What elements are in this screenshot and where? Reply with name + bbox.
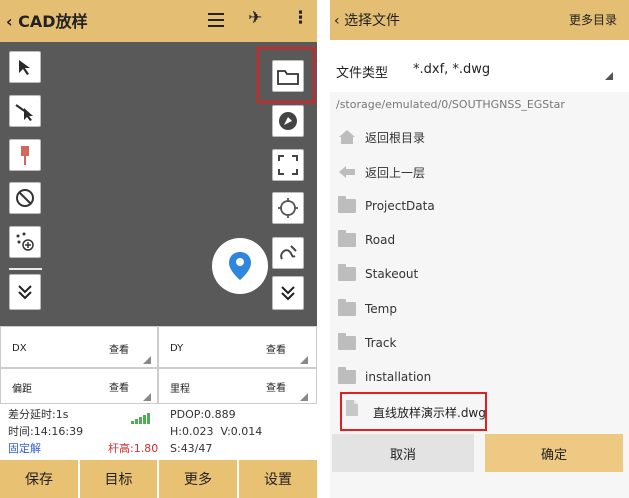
confirm-button[interactable]: 确定: [485, 434, 623, 472]
folder-icon: [338, 299, 356, 316]
file-type-label: 文件类型: [336, 66, 389, 81]
right-back-title[interactable]: ‹ 选择文件: [334, 10, 400, 30]
folder-name: ProjectData: [365, 199, 435, 213]
folder-icon: [338, 333, 356, 350]
tool-divider: [9, 268, 42, 270]
select-line-icon[interactable]: [9, 95, 41, 127]
folder-name: Temp: [365, 302, 397, 316]
signal-bars-icon: [131, 409, 151, 424]
back-chevron-icon[interactable]: ‹: [334, 13, 344, 29]
folder-icon: [338, 230, 356, 247]
open-folder-icon[interactable]: [272, 60, 304, 92]
folder-name: installation: [365, 370, 432, 384]
dx-action[interactable]: 查看: [109, 341, 129, 356]
offset-corner-icon: [143, 393, 151, 401]
back-chevron-icon[interactable]: ‹: [6, 12, 18, 31]
no-entry-icon[interactable]: [9, 182, 41, 214]
mileage-corner-icon: [300, 393, 308, 401]
sats-text: S:43/47: [170, 442, 213, 455]
dx-label: DX: [12, 343, 27, 354]
link-edit-icon[interactable]: [272, 237, 304, 269]
folder-row[interactable]: ProjectData: [330, 189, 629, 223]
back-title[interactable]: ‹ CAD放样: [6, 8, 88, 32]
add-points-icon[interactable]: [9, 226, 41, 258]
fullscreen-icon[interactable]: [272, 149, 304, 181]
fix-status: 固定解: [8, 442, 41, 455]
folder-name: Track: [365, 336, 397, 350]
pdop-text: PDOP:0.889: [170, 408, 236, 421]
pole-marker-icon[interactable]: [9, 139, 41, 171]
folder-row[interactable]: Track: [330, 326, 629, 360]
back-arrow-icon: [339, 166, 355, 178]
folder-name: Stakeout: [365, 267, 419, 281]
time-text: 时间:14:16:39: [8, 425, 84, 438]
offset-label: 偏距: [12, 384, 32, 395]
dy-corner-icon: [300, 356, 308, 364]
current-path: /storage/emulated/0/SOUTHGNSS_EGStar: [336, 98, 565, 111]
target-button[interactable]: 目标: [80, 460, 157, 498]
folder-row[interactable]: installation: [330, 360, 629, 394]
more-vert-icon[interactable]: ⋮: [292, 8, 309, 28]
satellite-icon[interactable]: ✈: [248, 8, 262, 28]
folder-name: Road: [365, 233, 396, 247]
mileage-label: 里程: [170, 384, 190, 395]
folder-icon: [338, 367, 356, 384]
locate-target-icon[interactable]: [272, 192, 304, 224]
return-up-label: 返回上一层: [365, 165, 426, 180]
return-root-label: 返回根目录: [365, 130, 426, 145]
list-menu-icon[interactable]: [208, 11, 224, 27]
return-up-row[interactable]: 返回上一层: [330, 155, 629, 189]
collapse-down-icon[interactable]: [9, 274, 41, 310]
folder-icon: [338, 264, 356, 281]
save-button[interactable]: 保存: [0, 460, 78, 498]
select-arrow-icon[interactable]: [9, 51, 41, 83]
pole-height: 杆高:1.80: [108, 442, 159, 455]
dy-action[interactable]: 查看: [266, 341, 286, 356]
cancel-button[interactable]: 取消: [332, 434, 474, 472]
folder-row[interactable]: Temp: [330, 292, 629, 326]
dy-label: DY: [170, 343, 184, 354]
home-icon: [339, 130, 355, 144]
more-button[interactable]: 更多: [159, 460, 237, 498]
offset-action[interactable]: 查看: [109, 379, 129, 394]
settings-button[interactable]: 设置: [239, 460, 317, 498]
dx-corner-icon: [143, 356, 151, 364]
file-type-value[interactable]: *.dxf, *.dwg: [413, 62, 490, 77]
compass-icon[interactable]: [272, 105, 304, 137]
location-pin-icon[interactable]: [212, 238, 268, 294]
mileage-action[interactable]: 查看: [266, 379, 286, 394]
page-title: CAD放样: [18, 12, 88, 31]
folder-row[interactable]: Road: [330, 223, 629, 257]
dwg-file-icon: [345, 399, 359, 421]
hv-text: H:0.023 V:0.014: [170, 425, 263, 438]
expand-more-icon[interactable]: [272, 276, 304, 310]
file-picker-title: 选择文件: [344, 13, 401, 29]
more-directories-link[interactable]: 更多目录: [569, 11, 617, 28]
folder-icon: [338, 196, 356, 213]
return-root-row[interactable]: 返回根目录: [330, 120, 629, 154]
dwg-file-name[interactable]: 直线放样演示样.dwg: [373, 404, 486, 421]
diff-delay: 差分延时:1s: [8, 408, 69, 421]
folder-row[interactable]: Stakeout: [330, 257, 629, 291]
file-type-dropdown-icon[interactable]: [605, 72, 613, 80]
